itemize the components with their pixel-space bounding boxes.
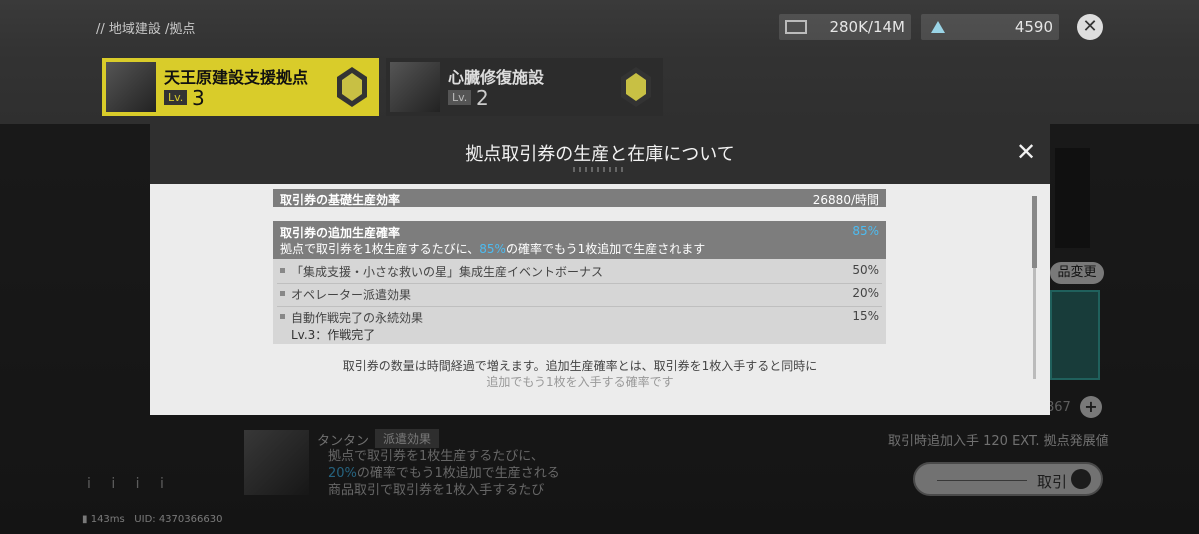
bullet-icon <box>280 314 285 319</box>
close-icon[interactable]: ✕ <box>1016 138 1036 166</box>
level-value: 3 <box>192 86 205 110</box>
divider <box>573 167 627 172</box>
hexagon-icon <box>337 67 367 107</box>
additional-rate-label: 取引券の追加生産確率 <box>280 226 401 240</box>
level-label: Lv. <box>164 90 188 105</box>
modal-title: 拠点取引券の生産と在庫について <box>465 144 735 165</box>
base-rate-row: 取引券の基礎生産効率 26880/時間 <box>273 189 886 207</box>
base-name: 心臓修復施設 <box>448 68 545 87</box>
close-icon[interactable]: ✕ <box>1077 14 1103 40</box>
list-item: オペレーター派遣効果 20% <box>273 286 886 304</box>
hexagon-icon <box>621 67 651 107</box>
bonus-list: 「集成支援・小さな救いの星」集成生産イベントボーナス 50% オペレーター派遣効… <box>273 259 886 344</box>
additional-rate-row: 取引券の追加生産確率 85% 拠点で取引券を1枚生産するたびに、85%の確率でも… <box>273 221 886 259</box>
currency-resource[interactable]: 4590 <box>921 14 1059 40</box>
ticket-resource-value: 280K/14M <box>829 18 905 36</box>
currency-resource-value: 4590 <box>1014 18 1053 36</box>
level-value: 2 <box>476 86 489 110</box>
base-rate-label: 取引券の基礎生産効率 <box>280 193 401 207</box>
avatar <box>390 62 440 112</box>
scrollbar-thumb[interactable] <box>1032 196 1037 268</box>
additional-rate-description: 拠点で取引券を1枚生産するたびに、85%の確率でもう1枚追加で生産されます <box>280 242 706 256</box>
level-label: Lv. <box>448 90 472 105</box>
modal-body[interactable]: 取引券の基礎生産効率 26880/時間 取引券の追加生産確率 85% 拠点で取引… <box>150 184 1050 415</box>
base-card-2[interactable]: 心臓修復施設 Lv. 2 <box>386 58 663 116</box>
base-name: 天王原建設支援拠点 <box>164 68 309 87</box>
avatar <box>106 62 156 112</box>
list-item: 自動作戦完了の永続効果 15% Lv.3：作戦完了 <box>273 309 886 343</box>
ticket-resource[interactable]: 280K/14M <box>779 14 911 40</box>
ticket-icon <box>785 20 807 34</box>
triangle-icon <box>931 21 945 33</box>
breadcrumb: // 地域建設 /拠点 <box>96 22 196 37</box>
list-item: 「集成支援・小さな救いの星」集成生産イベントボーナス 50% <box>273 263 886 281</box>
note-text: 取引券の数量は時間経過で増えます。追加生産確率とは、取引券を1枚入手すると同時に… <box>342 359 818 389</box>
additional-rate-value: 85% <box>852 224 879 238</box>
base-card-1[interactable]: 天王原建設支援拠点 Lv. 3 <box>102 58 379 116</box>
base-rate-value: 26880/時間 <box>812 193 879 207</box>
bullet-icon <box>280 291 285 296</box>
bullet-icon <box>280 268 285 273</box>
modal-header: 拠点取引券の生産と在庫について ✕ <box>150 118 1050 184</box>
